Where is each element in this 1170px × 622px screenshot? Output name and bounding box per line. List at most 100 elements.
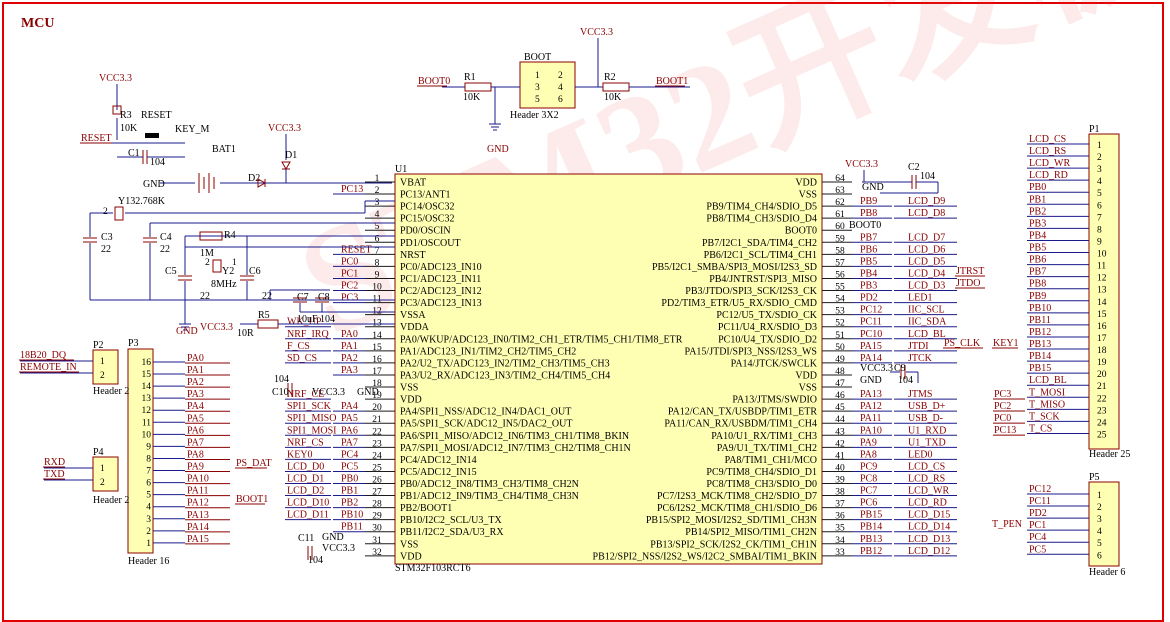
p3-pin-number: 7 <box>146 467 151 477</box>
p1-side-net: PC3 <box>994 389 1011 400</box>
p4-header-body <box>92 456 119 492</box>
p3-net: PA8 <box>187 449 204 460</box>
mcu-right-signal: LCD_D3 <box>908 281 945 292</box>
p1-pin-number: 1 <box>1097 141 1102 151</box>
mcu-pin-number: 35 <box>835 524 845 534</box>
mcu-pin-name: PC4/ADC12_IN14 <box>400 455 477 466</box>
mcu-pin-number: 62 <box>835 198 845 208</box>
mcu-pin-number: 34 <box>835 536 845 546</box>
mcu-left-net: PB1 <box>341 486 358 497</box>
mcu-pin-name: PA0/WKUP/ADC123_IN0/TIM2_CH1_ETR/TIM5_CH… <box>400 334 683 345</box>
mcu-pin-name: PC5/ADC12_IN15 <box>400 467 477 478</box>
mcu-left-signal: LCD_D1 <box>287 474 324 485</box>
mcu-pin-name: PB8/TIM4_CH3/SDIO_D4 <box>706 214 817 225</box>
mcu-pin-name: PB3/JTDO/SPI3_SCK/I2S3_CK <box>685 286 817 297</box>
mcu-pin-name: PB2/BOOT1 <box>400 503 452 514</box>
p1-net: PB10 <box>1029 303 1051 314</box>
mcu-pin-number: 8 <box>375 258 380 268</box>
mcu-pin-name: PC7/I2S3_MCK/TIM8_CH2/SDIO_D7 <box>657 491 817 502</box>
mcu-right-signal: LCD_RD <box>908 498 947 509</box>
p3-pin-number: 4 <box>146 503 151 513</box>
boot0-net: BOOT0 <box>418 76 450 87</box>
mcu-pin-name: PD2/TIM3_ETR/U5_RX/SDIO_CMD <box>661 298 817 309</box>
reset-button-label: RESET <box>141 110 172 121</box>
mcu-left-net: PA1 <box>341 341 358 352</box>
p1-pin-number: 3 <box>1097 165 1102 175</box>
mcu-right-net: PB14 <box>860 522 882 533</box>
mcu-right-net: PA9 <box>860 437 877 448</box>
mcu-left-signal: SPI1_MISO <box>287 413 336 424</box>
p1-net: T_MOSI <box>1029 387 1065 398</box>
y1-ref: Y132.768K <box>118 196 166 207</box>
mcu-right-net: PA15 <box>860 341 882 352</box>
p5-net: PC11 <box>1029 496 1051 507</box>
mcu-left-signal: NRF_IRQ <box>287 329 329 340</box>
mcu-pin-name: PA13/JTMS/SWDIO <box>732 395 817 406</box>
mcu-right-signal: LCD_CS <box>908 461 945 472</box>
p3-net: PA0 <box>187 353 204 364</box>
vcc-net-label: VCC3.3 <box>860 363 893 374</box>
p5-pin-number: 5 <box>1097 539 1102 549</box>
mcu-pin-number: 27 <box>372 488 382 498</box>
boot-pin-number: 2 <box>558 71 563 81</box>
vcc-net-label: VCC3.3 <box>312 387 345 398</box>
mcu-left-signal: LCD_D2 <box>287 486 324 497</box>
mcu-right-net: PC9 <box>860 461 877 472</box>
mcu-left-signal: KEY0 <box>287 449 313 460</box>
gnd-label-xtal: GND <box>176 326 198 337</box>
mcu-right-net: PB6 <box>860 244 877 255</box>
p1-side-net: PC2 <box>994 401 1011 412</box>
mcu-right-net: PD2 <box>860 293 878 304</box>
mcu-pin-name: PC1/ADC123_IN11 <box>400 274 481 285</box>
p1-ref: P1 <box>1089 124 1100 135</box>
mcu-pin-number: 53 <box>835 307 845 317</box>
y2-ref: Y2 <box>222 266 234 277</box>
mcu-left-net: PA5 <box>341 413 358 424</box>
p1-net: PB1 <box>1029 194 1046 205</box>
mcu-pin-name: VSS <box>799 190 817 201</box>
p3-net: PA5 <box>187 413 204 424</box>
mcu-pin-name: PB9/TIM4_CH4/SDIO_D5 <box>706 202 817 213</box>
mcu-right-signal: LCD_D7 <box>908 232 945 243</box>
mcu-right-signal: U1_TXD <box>908 437 946 448</box>
c9-value: 104 <box>898 375 913 386</box>
key-m-label: KEY_M <box>175 124 210 135</box>
y2-crystal <box>212 259 222 273</box>
mcu-pin-number: 55 <box>835 283 845 293</box>
mcu-pin-name: PC15/OSC32 <box>400 214 454 225</box>
mcu-pin-name: VDD <box>795 370 817 381</box>
boot-header-body <box>519 61 576 109</box>
boot-pin-number: 5 <box>535 95 540 105</box>
vcc-label-d1: VCC3.3 <box>268 123 301 134</box>
mcu-left-signal: SPI1_MOSI <box>287 425 336 436</box>
mcu-pin-name: PC12/U5_TX/SDIO_CK <box>716 310 817 321</box>
p3-net: PA9 <box>187 462 204 473</box>
p1-pin-number: 10 <box>1097 250 1107 260</box>
c4-ref: C4 <box>160 232 172 243</box>
p1-net: PB14 <box>1029 351 1051 362</box>
p1-pin-number: 23 <box>1097 406 1107 416</box>
mcu-pin-number: 63 <box>835 186 845 196</box>
boot-pin-number: 3 <box>535 83 540 93</box>
mcu-pin-name: PA12/CAN_TX/USBDP/TIM1_ETR <box>668 407 817 418</box>
mcu-pin-name: PA5/SPI1_SCK/ADC12_IN5/DAC2_OUT <box>400 419 572 430</box>
p1-pin-number: 20 <box>1097 370 1107 380</box>
p1-side-net: PC13 <box>994 425 1016 436</box>
p5-net: PC1 <box>1029 520 1046 531</box>
p2-part: Header 2 <box>93 386 129 397</box>
boot0-label-right: BOOT0 <box>849 220 881 231</box>
mcu-left-net: PB10 <box>341 510 363 521</box>
p3-net: PA12 <box>187 498 209 509</box>
p1-net: LCD_RD <box>1029 170 1068 181</box>
mcu-left-net: PA3 <box>341 365 358 376</box>
mcu-left-net: PC3 <box>341 293 358 304</box>
mcu-pin-name: NRST <box>400 250 426 261</box>
mcu-pin-name: PB0/ADC12_IN8/TIM3_CH3/TIM8_CH2N <box>400 479 579 490</box>
mcu-pin-name: PC0/ADC123_IN10 <box>400 262 482 273</box>
mcu-left-signal: SPI1_SCK <box>287 401 332 412</box>
mcu-pin-number: 47 <box>835 379 845 389</box>
mcu-left-net: PA6 <box>341 425 358 436</box>
mcu-left-net: PC13 <box>341 184 363 195</box>
c6-ref: C6 <box>249 266 261 277</box>
mcu-pin-number: 30 <box>372 524 382 534</box>
